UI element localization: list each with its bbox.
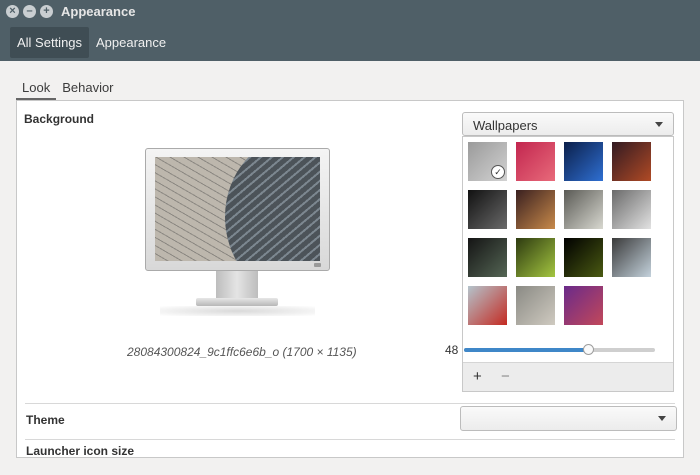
- wallpaper-thumbnail[interactable]: [564, 190, 603, 229]
- theme-dropdown[interactable]: [460, 406, 677, 431]
- wallpaper-source-value: Wallpapers: [473, 118, 538, 133]
- breadcrumb-all-settings[interactable]: All Settings: [10, 27, 90, 58]
- wallpaper-thumbnail[interactable]: [564, 286, 603, 325]
- breadcrumb-appearance[interactable]: Appearance: [89, 27, 173, 58]
- tab-bar: Look Behavior: [16, 80, 120, 101]
- wallpaper-preview: [145, 148, 330, 316]
- wallpaper-thumbnail[interactable]: [516, 286, 555, 325]
- launcher-icon-size-slider[interactable]: [464, 344, 655, 355]
- breadcrumb: All Settings Appearance: [0, 24, 700, 61]
- wallpaper-thumbnail[interactable]: [516, 142, 555, 181]
- selected-check-icon: ✓: [491, 165, 505, 179]
- maximize-icon[interactable]: +: [40, 5, 53, 18]
- monitor-shadow: [160, 306, 315, 316]
- tab-look[interactable]: Look: [16, 80, 57, 100]
- slider-fill: [464, 348, 589, 352]
- wallpaper-thumbnail[interactable]: [612, 190, 651, 229]
- wallpaper-thumbnail[interactable]: [564, 238, 603, 277]
- separator: [25, 439, 675, 440]
- wallpaper-gallery: ✓ + −: [462, 136, 674, 392]
- wallpaper-thumbnail[interactable]: [468, 190, 507, 229]
- wallpaper-thumbnail[interactable]: ✓: [468, 142, 507, 181]
- gallery-toolbar: + −: [463, 362, 673, 391]
- monitor-base: [196, 298, 278, 306]
- separator: [25, 403, 675, 404]
- preview-screen: [155, 157, 320, 261]
- window-title: Appearance: [61, 4, 136, 19]
- wallpaper-thumbnail[interactable]: [516, 238, 555, 277]
- monitor-frame: [145, 148, 330, 271]
- tab-behavior[interactable]: Behavior: [56, 80, 119, 100]
- chevron-down-icon: [658, 416, 666, 421]
- wallpaper-thumbnail[interactable]: [564, 142, 603, 181]
- chevron-down-icon: [655, 122, 663, 127]
- remove-wallpaper-button[interactable]: −: [501, 368, 510, 385]
- look-panel: Background 28084300824_9c1ffc6e6b_o (170…: [16, 100, 684, 458]
- wallpaper-thumbnail[interactable]: [516, 190, 555, 229]
- wallpaper-thumbnail[interactable]: [468, 286, 507, 325]
- wallpaper-caption: 28084300824_9c1ffc6e6b_o (1700 × 1135): [127, 345, 357, 359]
- wallpaper-thumbnail[interactable]: [612, 238, 651, 277]
- wallpaper-source-dropdown[interactable]: Wallpapers: [462, 112, 674, 136]
- appearance-window: × – + Appearance All Settings Appearance…: [0, 0, 700, 475]
- background-label: Background: [24, 112, 95, 126]
- wallpaper-thumbnail[interactable]: [612, 142, 651, 181]
- theme-label: Theme: [26, 413, 65, 427]
- launcher-icon-size-label: Launcher icon size: [26, 444, 135, 458]
- close-icon[interactable]: ×: [6, 5, 19, 18]
- add-wallpaper-button[interactable]: +: [473, 368, 482, 385]
- wallpaper-thumbnail[interactable]: [468, 238, 507, 277]
- launcher-icon-size-value: 48: [445, 343, 459, 357]
- minimize-icon[interactable]: –: [23, 5, 36, 18]
- monitor-stand: [216, 271, 258, 299]
- title-bar: × – + Appearance: [0, 0, 700, 24]
- monitor-led: [314, 263, 321, 267]
